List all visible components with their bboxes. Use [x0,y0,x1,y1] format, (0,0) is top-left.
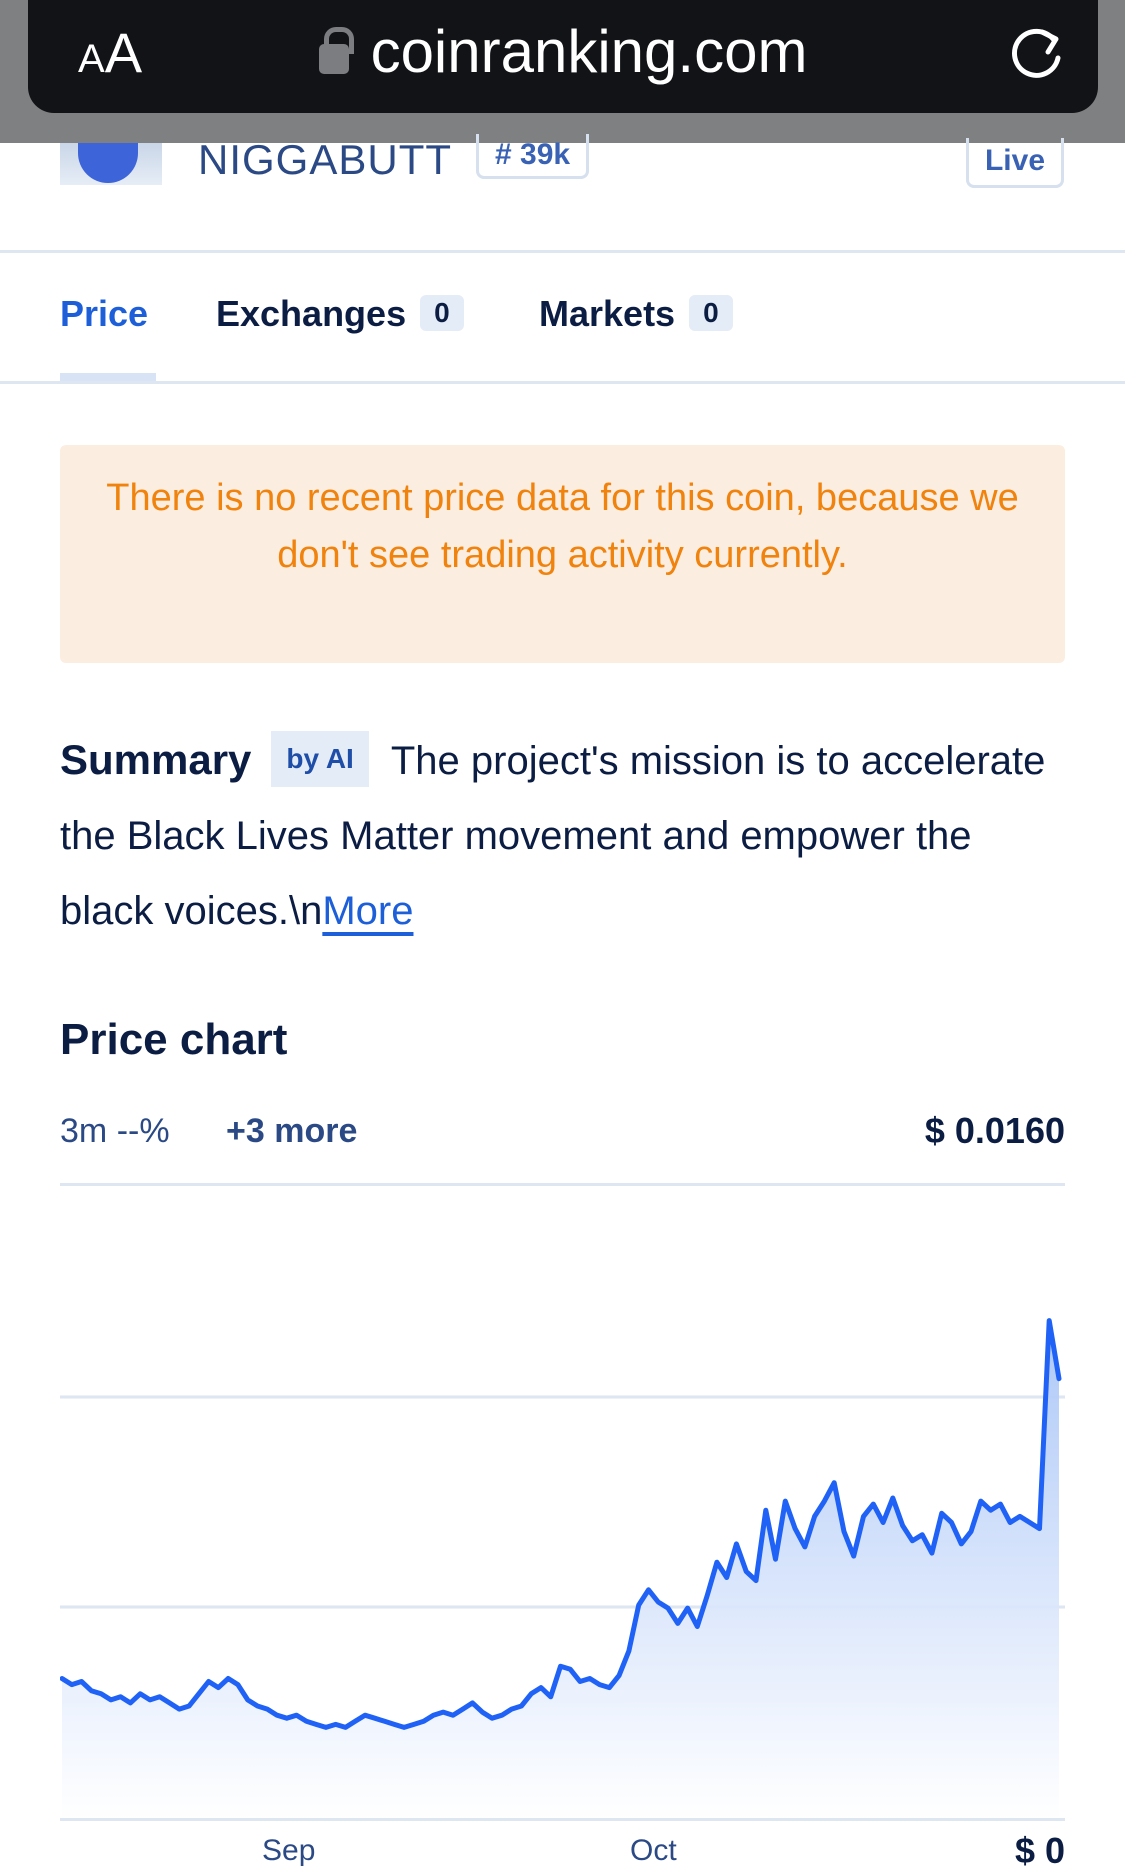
rank-badge: # 39k [476,134,590,179]
chart-divider [60,1183,1065,1186]
more-periods-button[interactable]: +3 more [226,1112,357,1151]
coin-name: NIGGABUTT [198,136,453,183]
live-badge[interactable]: Live [966,138,1064,188]
markets-count-badge: 0 [689,295,733,331]
tab-price[interactable]: Price [60,293,148,335]
price-chart-title: Price chart [60,1015,288,1064]
tabs-divider [0,381,1125,384]
url-display[interactable]: coinranking.com [28,17,1098,86]
tab-markets[interactable]: Markets 0 [539,293,733,335]
tab-markets-label: Markets [539,293,676,334]
period-selector[interactable]: 3m --% [60,1112,170,1151]
coin-logo [60,143,162,185]
x-axis-line [60,1818,1065,1821]
ai-badge: by AI [271,731,369,787]
x-tick-label-oct: Oct [630,1834,677,1867]
lock-icon [318,27,354,74]
current-price: $ 0.0160 [924,1110,1065,1151]
browser-toolbar: AA coinranking.com [0,0,1125,143]
period-label: 3m [60,1112,108,1150]
tab-exchanges[interactable]: Exchanges 0 [216,293,464,335]
period-change: --% [116,1112,170,1150]
summary-more-link[interactable]: More [322,889,413,933]
no-price-data-warning: There is no recent price data for this c… [60,445,1065,663]
exchanges-count-badge: 0 [420,295,464,331]
summary-block: Summary by AI The project's mission is to … [60,722,1065,949]
summary-title: Summary [60,736,252,783]
reload-icon[interactable] [1008,22,1068,82]
address-bar[interactable]: AA coinranking.com [28,0,1098,113]
tab-exchanges-label: Exchanges [216,293,407,334]
header-divider [0,250,1125,253]
y-axis-bottom-label: $ 0 [1014,1830,1065,1871]
price-chart[interactable] [60,1250,1070,1820]
x-tick-label-sep: Sep [262,1834,316,1867]
active-tab-indicator [60,373,156,381]
tab-price-label: Price [60,293,149,334]
url-text: coinranking.com [370,18,808,85]
